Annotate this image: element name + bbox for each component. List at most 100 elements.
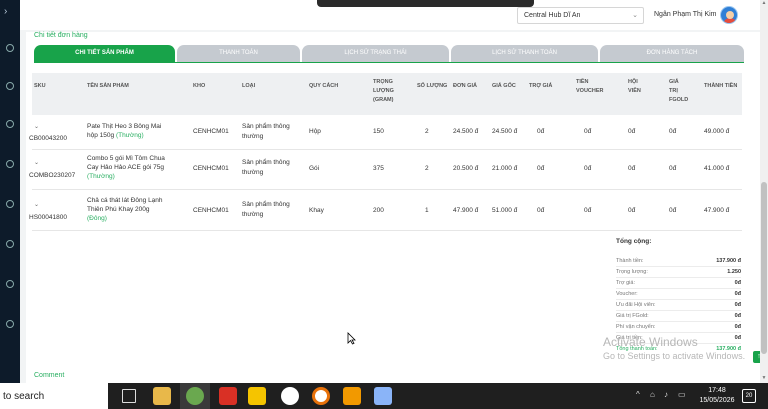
nav-dot-icon[interactable] — [6, 280, 14, 288]
summary-value: 0đ — [734, 324, 741, 330]
cell-quy-cach: Gói — [309, 165, 320, 172]
avatar-face — [726, 11, 734, 19]
cell-tag: (Đông) — [87, 215, 107, 222]
table-header: SKU Tên sản phẩm Kho Loại Quy cách Trọng… — [32, 73, 742, 115]
cell-gia-tri: 0đ — [669, 128, 677, 135]
taskbar-search[interactable]: to search — [0, 383, 108, 409]
cell-loai-1: Sản phẩm thông — [242, 159, 290, 166]
chevron-down-icon: ⌄ — [632, 12, 638, 19]
tab-payment[interactable]: Thanh toán — [177, 45, 300, 62]
taskbar-clock[interactable]: 17:48 15/05/2026 — [694, 386, 740, 406]
tab-product-detail[interactable]: Chi tiết sản phẩm — [34, 45, 175, 62]
cell-loai-1: Sản phẩm thông — [242, 123, 290, 130]
activate-windows-subtitle: Go to Settings to activate Windows. — [603, 351, 746, 361]
cell-hoi-vien: 0đ — [628, 165, 636, 172]
comment-link[interactable]: Comment — [34, 372, 64, 379]
cell-don-gia: 20.500 đ — [453, 165, 479, 172]
th-gia-tri-3: FGold — [669, 97, 689, 103]
cell-so-luong: 2 — [425, 128, 429, 135]
cell-sku: COMBO230207 — [29, 172, 76, 179]
main-area: Central Hub Dĩ An ⌄ Ngân Phạm Thị Kim Ch… — [20, 0, 765, 383]
volume-icon[interactable]: ♪ — [664, 390, 668, 399]
cell-thanh-tien: 41.000 đ — [704, 165, 730, 172]
battery-icon[interactable]: ▭ — [678, 390, 686, 399]
nav-dot-icon[interactable] — [6, 240, 14, 248]
tab-status-history[interactable]: Lịch sử trạng thái — [302, 45, 449, 62]
cell-loai-2: thường — [242, 133, 264, 140]
th-name: Tên sản phẩm — [87, 83, 129, 89]
nav-dot-icon[interactable] — [6, 200, 14, 208]
summary-row: Trợ giá: 0đ — [616, 280, 741, 289]
mouse-pointer-icon — [347, 332, 356, 345]
summary-value: 0đ — [734, 313, 741, 319]
hub-select-value: Central Hub Dĩ An — [524, 12, 581, 19]
summary-row: Ưu đãi Hội viên: 0đ — [616, 302, 741, 311]
tab-bar: Chi tiết sản phẩm Thanh toán Lịch sử trạ… — [34, 45, 744, 62]
wps-icon[interactable] — [219, 387, 237, 405]
scroll-down-arrow-icon[interactable]: ▼ — [760, 375, 768, 381]
nav-dot-icon[interactable] — [6, 44, 14, 52]
browser-icon[interactable] — [186, 387, 204, 405]
summary-value: 0đ — [734, 302, 741, 308]
th-gia-goc: Giá gốc — [492, 83, 516, 89]
nav-dot-icon[interactable] — [6, 120, 14, 128]
tab-payment-history[interactable]: Lịch sử thanh toán — [451, 45, 598, 62]
cell-loai-1: Sản phẩm thông — [242, 201, 290, 208]
cell-tag: (Thường) — [87, 173, 115, 180]
summary-label: Trợ giá: — [616, 280, 635, 286]
notification-center-icon[interactable]: 20 — [742, 389, 756, 403]
cell-thanh-tien: 49.000 đ — [704, 128, 730, 135]
cell-sku: CB00043200 — [29, 135, 67, 142]
expand-chevron-icon[interactable]: ⌄ — [34, 123, 39, 130]
cell-so-luong: 1 — [425, 207, 429, 214]
nav-dot-icon[interactable] — [6, 160, 14, 168]
summary-label: Thành tiền: — [616, 258, 644, 264]
app-orange-icon[interactable] — [343, 387, 361, 405]
tray-expand-icon[interactable]: ^ — [636, 390, 640, 399]
task-view-icon[interactable] — [122, 389, 136, 403]
cell-kho: CENHCM01 — [193, 165, 229, 172]
cell-quy-cach: Hộp — [309, 128, 321, 135]
nav-dot-icon[interactable] — [6, 82, 14, 90]
summary-label: Giá trị FGold: — [616, 313, 649, 319]
cell-so-luong: 2 — [425, 165, 429, 172]
summary-label: Voucher: — [616, 291, 638, 297]
activate-windows-title: Activate Windows — [603, 335, 698, 349]
summary-row: Voucher: 0đ — [616, 291, 741, 300]
sticky-notes-icon[interactable] — [248, 387, 266, 405]
scroll-up-arrow-icon[interactable]: ▲ — [760, 0, 768, 6]
summary-value: 0đ — [734, 280, 741, 286]
cell-thanh-tien: 47.900 đ — [704, 207, 730, 214]
cell-tro-gia: 0đ — [537, 165, 545, 172]
popup-overlay — [317, 0, 534, 7]
hub-select[interactable]: Central Hub Dĩ An ⌄ — [517, 7, 644, 24]
expand-chevron-icon[interactable]: ⌄ — [34, 201, 39, 208]
clock-date: 15/05/2026 — [699, 397, 735, 404]
order-detail-card: Chi tiết đơn hàng Chi tiết sản phẩm Than… — [26, 32, 760, 383]
network-icon[interactable]: ⌂ — [650, 390, 655, 399]
summary-value: 1.250 — [727, 269, 741, 275]
section-title: Chi tiết đơn hàng — [34, 32, 88, 39]
row-divider — [32, 189, 742, 190]
th-tro-gia: Trợ giá — [529, 83, 553, 89]
cell-quy-cach: Khay — [309, 207, 324, 214]
collapse-chevron-icon[interactable]: › — [4, 6, 7, 17]
file-explorer-icon[interactable] — [153, 387, 171, 405]
tab-underline — [34, 62, 744, 63]
th-trong-luong-3: (gram) — [373, 97, 394, 103]
app-blue-icon[interactable] — [374, 387, 392, 405]
cell-loai-2: thường — [242, 169, 264, 176]
summary-row: Trọng lượng: 1.250 — [616, 269, 741, 278]
zalo-icon[interactable] — [281, 387, 299, 405]
cell-hoi-vien: 0đ — [628, 207, 636, 214]
scrollbar-thumb[interactable] — [761, 182, 767, 354]
nav-dot-icon[interactable] — [6, 320, 14, 328]
avatar[interactable] — [720, 6, 738, 24]
expand-chevron-icon[interactable]: ⌄ — [34, 159, 39, 166]
cell-tro-gia: 0đ — [537, 207, 545, 214]
cell-trong-luong: 375 — [373, 165, 384, 172]
tab-split-orders[interactable]: Đơn hàng tách — [600, 45, 744, 62]
page-scrollbar[interactable]: ▲ ▼ — [760, 0, 768, 383]
chrome-icon[interactable] — [312, 387, 330, 405]
cell-gia-goc: 24.500 đ — [492, 128, 518, 135]
